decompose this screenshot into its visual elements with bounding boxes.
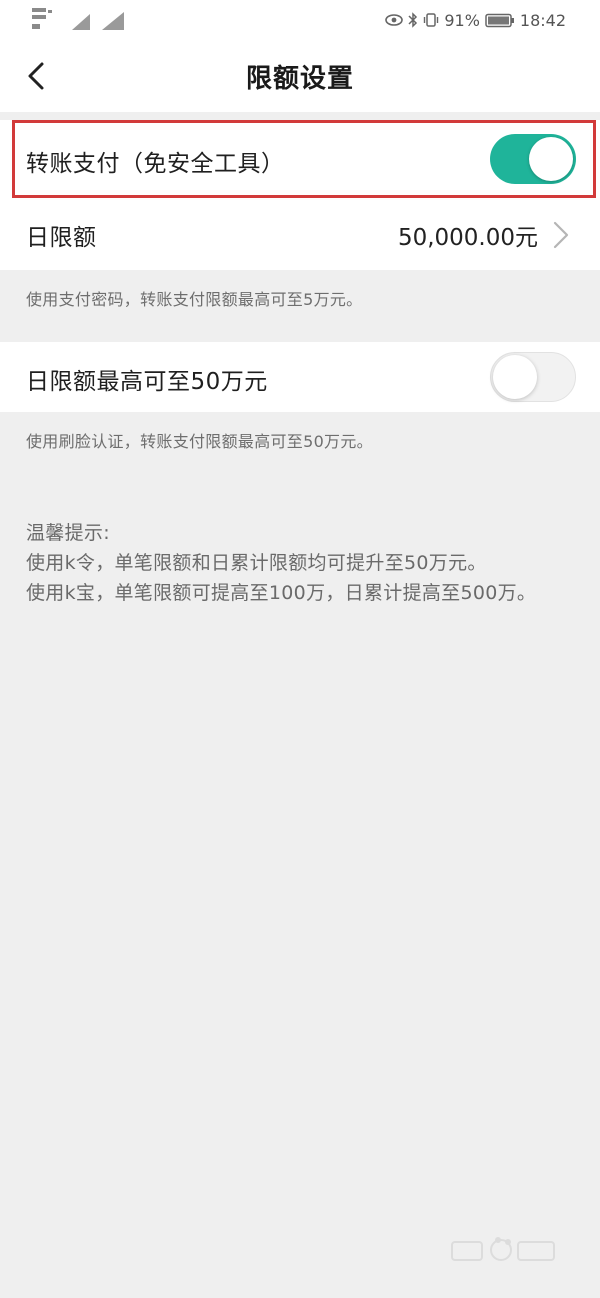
tips-section: 温馨提示: 使用k令，单笔限额和日累计限额均可提升至50万元。 使用k宝，单笔限… — [26, 518, 574, 608]
max-limit-label: 日限额最高可至50万元 — [26, 369, 268, 395]
tips-title: 温馨提示: — [26, 522, 110, 544]
chevron-right-icon — [553, 221, 569, 249]
watermark-logo — [451, 1237, 555, 1261]
daily-limit-value: 50,000.00元 — [397, 225, 538, 251]
toggle-knob — [529, 137, 573, 181]
status-icons: 91% 18:42 — [385, 9, 566, 31]
battery-icon — [485, 13, 514, 27]
eye-icon — [385, 14, 404, 26]
daily-limit-row[interactable]: 日限额 50,000.00元 — [0, 198, 600, 270]
bluetooth-icon — [408, 12, 418, 28]
face-auth-note: 使用刷脸认证，转账支付限额最高可至50万元。 — [26, 432, 373, 451]
page-title: 限额设置 — [245, 64, 354, 94]
tips-line-1: 使用k令，单笔限额和日累计限额均可提升至50万元。 — [26, 552, 487, 574]
status-bar: 91% 18:42 — [0, 0, 600, 40]
battery-percent: 91% — [444, 10, 480, 30]
transfer-payment-toggle[interactable] — [490, 134, 576, 184]
transfer-payment-row: 转账支付（免安全工具） — [0, 120, 600, 198]
toggle-knob — [493, 355, 537, 399]
daily-limit-label: 日限额 — [26, 225, 97, 251]
limit-settings-page: 91% 18:42 限额设置 转账支付（免安全工具） 日限额 50,000.00… — [0, 0, 600, 1298]
app-header: 限额设置 — [0, 40, 600, 112]
transfer-payment-label: 转账支付（免安全工具） — [26, 151, 285, 177]
signal-icon — [32, 8, 124, 30]
password-limit-note: 使用支付密码，转账支付限额最高可至5万元。 — [26, 290, 363, 309]
clock: 18:42 — [519, 10, 566, 30]
vibrate-icon — [424, 13, 439, 27]
tips-line-2: 使用k宝，单笔限额可提高至100万，日累计提高至500万。 — [26, 582, 537, 604]
max-limit-toggle[interactable] — [490, 352, 576, 402]
max-limit-row: 日限额最高可至50万元 — [0, 342, 600, 412]
